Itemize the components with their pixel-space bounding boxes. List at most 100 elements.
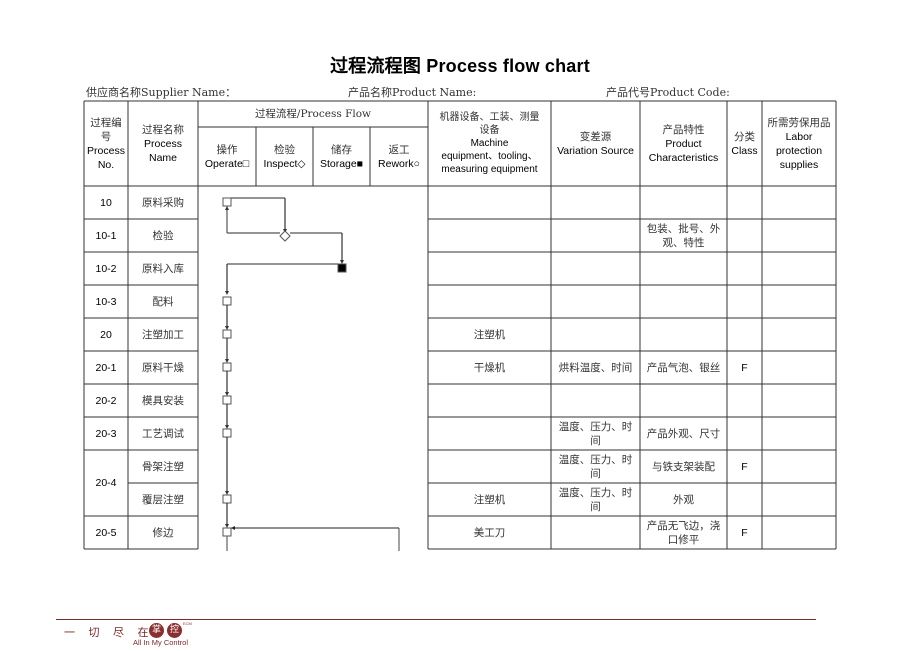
operate-square-icon [222, 296, 232, 306]
product-characteristics-cell [640, 384, 727, 417]
product-characteristics-cell: 产品外观、尺寸 [646, 427, 721, 440]
header-text-line: 检验 [274, 143, 295, 156]
labor-supplies-cell [762, 483, 836, 516]
class-cell [727, 417, 762, 450]
arrowhead-icon [225, 491, 229, 495]
header-process-name: 过程名称 Process Name [128, 101, 198, 186]
class-cell [727, 384, 762, 417]
header-text-line: supplies [779, 158, 819, 171]
arrowhead-icon [225, 206, 229, 210]
process-name-cell: 注塑加工 [142, 328, 184, 341]
header-flow-inspect-diamond: 检验 Inspect◇ [256, 127, 313, 186]
process-name-cell: 配料 [152, 295, 174, 308]
variation-source-cell [551, 285, 640, 318]
machine-cell: 干燥机 [473, 361, 506, 374]
operate-square-icon [222, 395, 232, 405]
header-text-line: equipment、tooling、 [441, 151, 538, 162]
machine-cell [428, 285, 551, 318]
header-text-line: No. [97, 158, 115, 171]
header-flow-storage-filled-square: 储存 Storage■ [313, 127, 370, 186]
process-name-cell: 覆层注塑 [142, 493, 184, 506]
variation-source-cell [551, 186, 640, 219]
footer-tagline: All In My Control [133, 638, 189, 647]
operate-square-legend: Operate□ [204, 157, 250, 170]
product-characteristics-cell: 外观 [673, 493, 694, 506]
product-characteristics-cell [640, 285, 727, 318]
process-name-cell: 工艺调试 [142, 427, 184, 440]
labor-supplies-cell [762, 252, 836, 285]
variation-source-cell [551, 318, 640, 351]
header-text-line: 返工 [388, 143, 410, 156]
header-process-flow-label: 过程流程/Process Flow [254, 108, 372, 120]
header-text-line: Labor [785, 130, 813, 143]
machine-cell [428, 252, 551, 285]
class-cell: F [741, 460, 748, 473]
machine-cell [428, 417, 551, 450]
machine-cell: 美工刀 [473, 526, 506, 539]
machine-cell [428, 450, 551, 483]
labor-supplies-cell [762, 384, 836, 417]
operate-square-icon [222, 527, 232, 537]
logo-char-icon: 控 [167, 623, 182, 638]
product-characteristics-cell: 产品无飞边，浇口修平 [646, 519, 721, 546]
process-no-cell: 10-2 [95, 262, 117, 275]
header-text-line: 机器设备、工装、测量 [439, 112, 540, 123]
operate-square-icon [222, 494, 232, 504]
header-text-line: 产品特性 [662, 123, 705, 136]
header-text-line: protection [775, 144, 823, 157]
operate-square-icon [222, 362, 232, 372]
labor-supplies-cell [762, 516, 836, 549]
process-no-cell: 10 [100, 196, 112, 209]
operate-square-icon [222, 197, 232, 207]
class-cell [727, 318, 762, 351]
header-machine: 机器设备、工装、测量 设备 Machine equipment、tooling、 mea… [428, 101, 551, 186]
header-class: 分类 Class [727, 101, 762, 186]
header-text-line: 所需劳保用品 [767, 116, 831, 129]
product-characteristics-cell [640, 186, 727, 219]
header-text-line: measuring equipment [441, 164, 538, 175]
process-no-cell: 20-2 [95, 394, 117, 407]
arrowhead-icon [225, 291, 229, 295]
variation-source-cell: 温度、压力、时间 [558, 453, 633, 480]
inspect-diamond-icon [279, 230, 291, 242]
header-text-line: Process [144, 137, 182, 150]
process-name-cell: 修边 [152, 526, 174, 539]
arrowhead-icon [225, 326, 229, 330]
header-text-line: Name [148, 151, 177, 164]
variation-source-cell [551, 219, 640, 252]
labor-supplies-cell [762, 285, 836, 318]
arrowhead-icon [225, 524, 229, 528]
footer-divider [56, 619, 816, 620]
product-characteristics-cell: 产品气泡、银丝 [646, 361, 721, 374]
header-text-line: Class [731, 144, 758, 157]
logo-char-icon: 掌 [149, 623, 164, 638]
header-text-line: 储存 [331, 143, 352, 156]
header-flow-operate-square: 操作 Operate□ [198, 127, 256, 186]
class-cell [727, 285, 762, 318]
class-cell [727, 252, 762, 285]
process-name-cell: 原料入库 [142, 262, 184, 275]
machine-cell: 注塑机 [473, 328, 506, 341]
header-text-line: 号 [100, 130, 112, 143]
process-no-cell: 10-1 [95, 229, 117, 242]
header-variation-source: 变差源 Variation Source [551, 101, 640, 186]
labor-supplies-cell [762, 219, 836, 252]
class-cell [727, 483, 762, 516]
inspect-diamond-legend: Inspect◇ [263, 157, 306, 170]
variation-source-cell [551, 252, 640, 285]
process-no-cell: 20 [100, 328, 112, 341]
labor-supplies-cell [762, 186, 836, 219]
header-text-line: 过程名称 [142, 123, 184, 136]
header-text-line: 操作 [216, 143, 238, 156]
variation-source-cell [551, 384, 640, 417]
process-name-cell: 骨架注塑 [142, 460, 184, 473]
header-labor-supplies: 所需劳保用品 Labor protection supplies [762, 101, 836, 186]
storage-filled-square-legend: Storage■ [319, 157, 364, 170]
header-product-characteristics: 产品特性 Product Characteristics [640, 101, 727, 186]
variation-source-cell: 烘料温度、时间 [558, 361, 633, 374]
storage-filled-square-icon [337, 263, 347, 273]
process-name-cell: 原料干燥 [142, 361, 184, 374]
process-no-cell: 20-1 [95, 361, 117, 374]
header-process-flow: 过程流程/Process Flow [198, 101, 428, 127]
header-text-line: Variation Source [557, 144, 634, 157]
